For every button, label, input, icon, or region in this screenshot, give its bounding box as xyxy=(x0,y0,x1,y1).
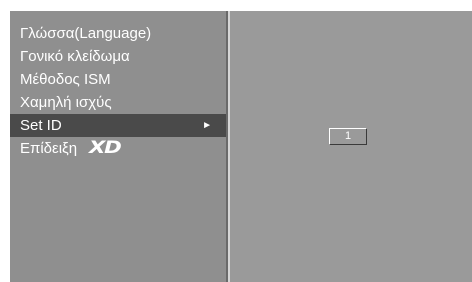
menu-item-label: Χαμηλή ισχύς xyxy=(20,94,112,111)
set-id-value-box[interactable]: 1 xyxy=(329,128,367,145)
menu-item-ism-method[interactable]: Μέθοδος ISM xyxy=(10,68,226,91)
arrow-right-icon: ► xyxy=(202,120,212,131)
menu-item-label: Μέθοδος ISM xyxy=(20,71,111,88)
menu-item-label: Γλώσσα(Language) xyxy=(20,25,152,42)
menu-item-language[interactable]: Γλώσσα(Language) xyxy=(10,22,226,45)
menu-item-label: Γονικό κλείδωμα xyxy=(20,48,130,65)
menu-item-label: Set ID xyxy=(20,117,62,134)
xd-logo: XD xyxy=(89,138,122,158)
menu-item-label: Επίδειξη xyxy=(20,140,78,157)
osd-menu-window: Γλώσσα(Language) Γονικό κλείδωμα Μέθοδος… xyxy=(10,11,472,282)
submenu-panel: 1 xyxy=(230,11,472,282)
menu-list: Γλώσσα(Language) Γονικό κλείδωμα Μέθοδος… xyxy=(10,22,226,160)
menu-item-low-power[interactable]: Χαμηλή ισχύς xyxy=(10,91,226,114)
menu-panel: Γλώσσα(Language) Γονικό κλείδωμα Μέθοδος… xyxy=(10,11,226,282)
menu-item-parental-lock[interactable]: Γονικό κλείδωμα xyxy=(10,45,226,68)
menu-item-demo[interactable]: Επίδειξη XD xyxy=(10,137,226,160)
menu-item-set-id[interactable]: Set ID ► xyxy=(10,114,226,137)
